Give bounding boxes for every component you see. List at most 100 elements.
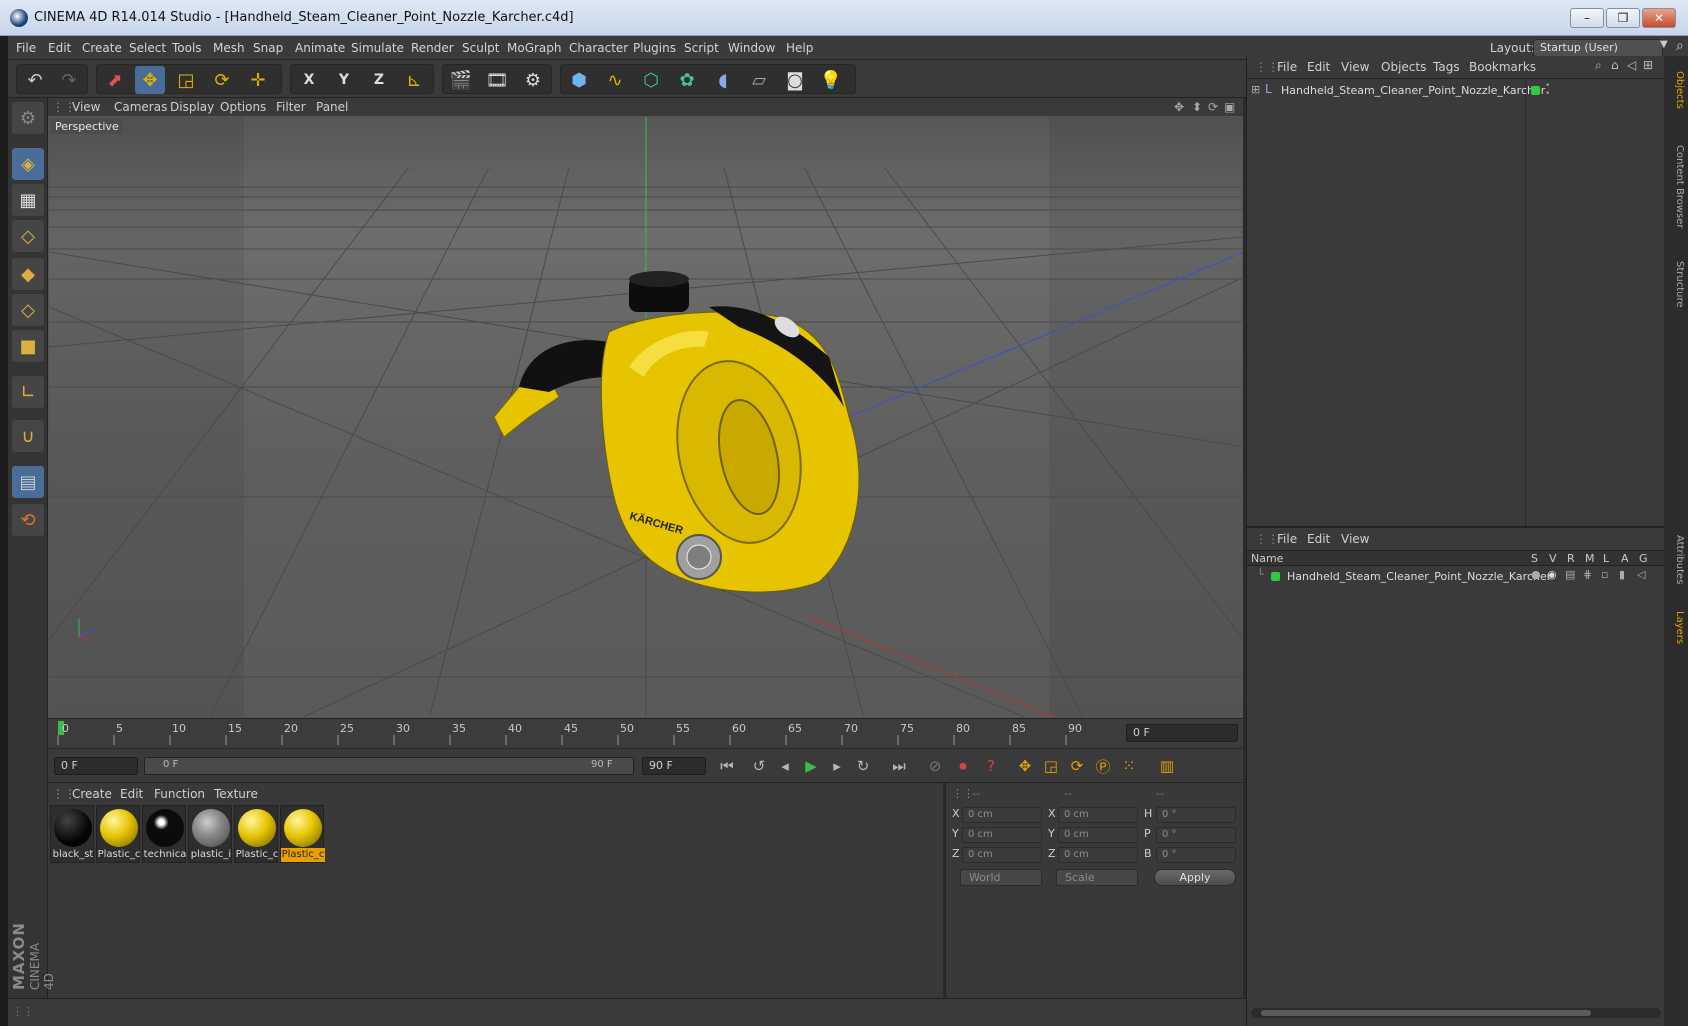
undo-icon[interactable]: ↶ <box>20 66 50 94</box>
obj-menu-bookmarks[interactable]: Bookmarks <box>1469 60 1536 74</box>
horizontal-scrollbar[interactable] <box>1251 1008 1661 1018</box>
edges-mode-icon[interactable]: ◇ <box>12 294 44 326</box>
key-param-icon[interactable]: Ⓟ <box>1092 755 1114 777</box>
play-mode-icon[interactable]: ↻ <box>852 755 874 777</box>
manager-icon[interactable]: ⋕ <box>1583 568 1592 581</box>
key-pla-icon[interactable]: ⁙ <box>1118 755 1140 777</box>
menu-tools[interactable]: Tools <box>172 41 202 55</box>
step-back-icon[interactable]: ◂ <box>774 755 796 777</box>
menu-help[interactable]: Help <box>786 41 813 55</box>
play-icon[interactable]: ▶ <box>800 755 822 777</box>
panel-grip-icon[interactable]: ⋮⋮ <box>1255 60 1279 74</box>
spline-icon[interactable]: ∿ <box>600 66 630 94</box>
layer-menu-view[interactable]: View <box>1341 532 1369 546</box>
record-keyframe-disabled-icon[interactable]: ⊘ <box>924 755 946 777</box>
position-y-field[interactable]: 0 cm <box>962 827 1042 843</box>
mat-menu-edit[interactable]: Edit <box>120 787 143 801</box>
menu-file[interactable]: File <box>16 41 36 55</box>
mat-menu-texture[interactable]: Texture <box>214 787 258 801</box>
current-frame-field[interactable]: 0 F <box>1126 724 1238 742</box>
timeline-window-icon[interactable]: ▥ <box>1156 755 1178 777</box>
viewport-move-icon[interactable]: ✥ <box>1174 100 1184 114</box>
vp-menu-panel[interactable]: Panel <box>316 100 348 114</box>
tab-objects[interactable]: Objects <box>1667 60 1685 120</box>
render-settings-icon[interactable]: ⚙ <box>518 66 548 94</box>
home-icon[interactable]: ⌂ <box>1611 58 1619 72</box>
menu-mograph[interactable]: MoGraph <box>507 41 562 55</box>
menu-window[interactable]: Window <box>728 41 775 55</box>
rotation-p-field[interactable]: 0 ° <box>1156 827 1236 843</box>
start-frame-field[interactable]: 0 F <box>54 757 138 775</box>
menu-character[interactable]: Character <box>569 41 628 55</box>
menu-select[interactable]: Select <box>129 41 166 55</box>
select-pointer-icon[interactable]: ⬈ <box>100 66 130 94</box>
object-name[interactable]: Handheld_Steam_Cleaner_Point_Nozzle_Karc… <box>1281 84 1545 97</box>
obj-menu-tags[interactable]: Tags <box>1433 60 1460 74</box>
menu-edit[interactable]: Edit <box>48 41 71 55</box>
menu-render[interactable]: Render <box>411 41 454 55</box>
scrollbar-thumb[interactable] <box>1261 1010 1591 1016</box>
workplane-mode-icon[interactable]: ◇ <box>12 220 44 252</box>
key-rotation-icon[interactable]: ⟳ <box>1066 755 1088 777</box>
material-swatch[interactable]: black_st <box>50 805 94 863</box>
tab-attributes[interactable]: Attributes <box>1667 524 1685 596</box>
vp-menu-options[interactable]: Options <box>220 100 266 114</box>
new-panel-icon[interactable]: ⊞ <box>1643 58 1653 72</box>
restore-button[interactable]: ❐ <box>1606 8 1640 28</box>
cube-icon[interactable]: ⬢ <box>564 66 594 94</box>
obj-menu-objects[interactable]: Objects <box>1381 60 1426 74</box>
animation-icon[interactable]: ▮ <box>1619 568 1625 581</box>
render-picture-viewer-icon[interactable]: 🎞 <box>482 66 512 94</box>
obj-menu-view[interactable]: View <box>1341 60 1369 74</box>
layer-row[interactable]: └ Handheld_Steam_Cleaner_Point_Nozzle_Ka… <box>1251 568 1661 586</box>
menu-mesh[interactable]: Mesh <box>213 41 245 55</box>
coord-space-dropdown[interactable]: World <box>960 869 1042 886</box>
polygons-mode-icon[interactable]: ■ <box>12 330 44 362</box>
redo-icon[interactable]: ↷ <box>54 66 84 94</box>
viewport-maximize-icon[interactable]: ▣ <box>1224 100 1235 114</box>
snap-magnet-icon[interactable]: ∪ <box>12 420 44 452</box>
tab-layers[interactable]: Layers <box>1667 604 1685 652</box>
nurbs-icon[interactable]: ⬡ <box>636 66 666 94</box>
expand-icon[interactable]: ⊞ <box>1251 83 1260 96</box>
workplane-lock-icon[interactable]: ▤ <box>12 466 44 498</box>
rotation-b-field[interactable]: 0 ° <box>1156 847 1236 863</box>
make-editable-icon[interactable]: ⚙ <box>12 102 44 134</box>
viewport-zoom-icon[interactable]: ⬍ <box>1192 100 1202 114</box>
minimize-button[interactable]: – <box>1570 8 1604 28</box>
rotate-icon[interactable]: ⟳ <box>207 66 237 94</box>
add-object-icon[interactable]: ✛ <box>243 66 273 94</box>
obj-menu-edit[interactable]: Edit <box>1307 60 1330 74</box>
layer-menu-edit[interactable]: Edit <box>1307 532 1330 546</box>
vp-menu-cameras[interactable]: Cameras <box>114 100 167 114</box>
layer-color-icon[interactable] <box>1531 86 1540 95</box>
layout-select[interactable]: Startup (User) <box>1533 39 1663 57</box>
close-button[interactable]: ✕ <box>1642 8 1676 28</box>
layer-menu-file[interactable]: File <box>1277 532 1297 546</box>
texture-mode-icon[interactable]: ▦ <box>12 184 44 216</box>
points-mode-icon[interactable]: ◆ <box>12 258 44 290</box>
mat-menu-create[interactable]: Create <box>72 787 112 801</box>
panel-grip-icon[interactable]: ⋮⋮ <box>1255 532 1279 546</box>
lock-icon[interactable]: ▫ <box>1601 568 1608 581</box>
position-z-field[interactable]: 0 cm <box>962 847 1042 863</box>
light-icon[interactable]: 💡 <box>816 66 846 94</box>
tab-content-browser[interactable]: Content Browser <box>1667 128 1685 246</box>
material-swatch-selected[interactable]: Plastic_c <box>280 805 325 863</box>
loop-icon[interactable]: ↺ <box>748 755 770 777</box>
menu-create[interactable]: Create <box>82 41 122 55</box>
menu-snap[interactable]: Snap <box>253 41 283 55</box>
menu-animate[interactable]: Animate <box>295 41 345 55</box>
viewport-rotate-icon[interactable]: ⟳ <box>1208 100 1218 114</box>
position-x-field[interactable]: 0 cm <box>962 807 1042 823</box>
model-mode-icon[interactable]: ◈ <box>12 148 44 180</box>
key-scale-icon[interactable]: ◲ <box>1040 755 1062 777</box>
render-icon[interactable]: ▤ <box>1565 568 1575 581</box>
range-slider[interactable]: 0 F 90 F <box>144 757 634 775</box>
back-icon[interactable]: ◁ <box>1627 58 1636 72</box>
search-icon[interactable]: ⌕ <box>1595 58 1602 73</box>
coordinate-system-icon[interactable]: ⊾ <box>399 66 429 94</box>
vp-menu-filter[interactable]: Filter <box>276 100 306 114</box>
key-position-icon[interactable]: ✥ <box>1014 755 1036 777</box>
axis-mode-icon[interactable]: ∟ <box>12 376 44 408</box>
